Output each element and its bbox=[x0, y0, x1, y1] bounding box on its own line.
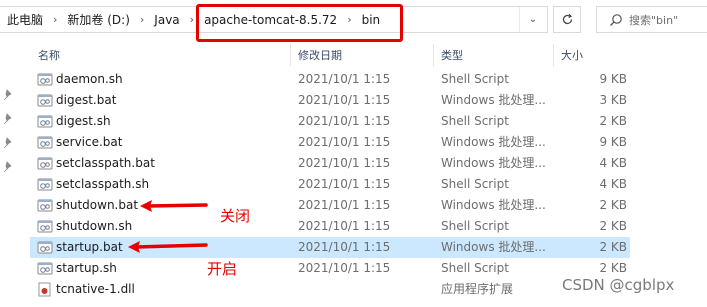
file-row[interactable]: service.bat 2021/10/1 1:15 Windows 批处理... 9… bbox=[30, 132, 630, 153]
file-date: 2021/10/1 1:15 bbox=[298, 177, 391, 191]
column-header-size[interactable]: 大小 bbox=[561, 44, 583, 66]
script-file-icon bbox=[37, 94, 53, 107]
arrow-icon bbox=[140, 200, 208, 212]
file-date: 2021/10/1 1:15 bbox=[298, 156, 391, 170]
open-annotation: 开启 bbox=[207, 260, 238, 278]
file-type: Shell Script bbox=[441, 261, 509, 275]
file-type: Shell Script bbox=[441, 177, 509, 191]
file-type: Shell Script bbox=[441, 72, 509, 86]
watermark: CSDN @cgblpx bbox=[562, 276, 675, 294]
script-file-icon bbox=[37, 241, 53, 254]
file-date: 2021/10/1 1:15 bbox=[298, 135, 391, 149]
file-name: startup.sh bbox=[56, 261, 117, 275]
column-divider[interactable] bbox=[433, 44, 434, 66]
close-annotation: 关闭 bbox=[220, 207, 251, 225]
file-type: 应用程序扩展 bbox=[441, 282, 514, 296]
file-size: 2 KB bbox=[599, 198, 627, 212]
file-row[interactable]: tcnative-1.dll 应用程序扩展 bbox=[30, 279, 630, 300]
file-type: Shell Script bbox=[441, 114, 509, 128]
file-size: 2 KB bbox=[599, 114, 627, 128]
navigation-pane bbox=[0, 40, 22, 307]
file-date: 2021/10/1 1:15 bbox=[298, 114, 391, 128]
file-row[interactable]: digest.bat 2021/10/1 1:15 Windows 批处理... 3 … bbox=[30, 90, 630, 111]
file-type: Shell Script bbox=[441, 219, 509, 233]
script-file-icon bbox=[37, 262, 53, 275]
column-header-name[interactable]: 名称 bbox=[38, 44, 60, 66]
pin-icon[interactable] bbox=[3, 137, 15, 149]
file-row[interactable]: startup.sh 2021/10/1 1:15 Shell Script 2 KB bbox=[30, 258, 630, 279]
column-header-type[interactable]: 类型 bbox=[441, 44, 463, 66]
script-file-icon bbox=[37, 220, 53, 233]
file-date: 2021/10/1 1:15 bbox=[298, 72, 391, 86]
file-date: 2021/10/1 1:15 bbox=[298, 198, 391, 212]
chevron-right-icon[interactable]: › bbox=[45, 13, 65, 26]
file-name: setclasspath.sh bbox=[56, 177, 150, 191]
file-row[interactable]: digest.sh 2021/10/1 1:15 Shell Script 2 KB bbox=[30, 111, 630, 132]
file-row[interactable]: shutdown.sh 2021/10/1 1:15 Shell Script 2 K… bbox=[30, 216, 630, 237]
search-box[interactable]: 搜索"bin" bbox=[596, 6, 707, 33]
file-name: tcnative-1.dll bbox=[56, 282, 135, 296]
file-type: Windows 批处理... bbox=[441, 156, 546, 170]
column-divider[interactable] bbox=[290, 44, 291, 66]
file-row[interactable]: setclasspath.bat 2021/10/1 1:15 Windows 批处… bbox=[30, 153, 630, 174]
pin-icon[interactable] bbox=[3, 161, 15, 173]
file-size: 4 KB bbox=[599, 177, 627, 191]
search-icon bbox=[610, 13, 622, 26]
breadcrumb-drive-d[interactable]: 新加卷 (D:) bbox=[65, 11, 131, 28]
breadcrumb-java[interactable]: Java bbox=[152, 13, 181, 27]
file-name: digest.sh bbox=[56, 114, 111, 128]
file-date: 2021/10/1 1:15 bbox=[298, 93, 391, 107]
script-file-icon bbox=[37, 73, 53, 86]
file-size: 3 KB bbox=[599, 93, 627, 107]
dll-file-icon bbox=[38, 282, 51, 297]
script-file-icon bbox=[37, 136, 53, 149]
chevron-right-icon[interactable]: › bbox=[132, 13, 152, 26]
chevron-down-icon[interactable]: ⌄ bbox=[519, 7, 546, 32]
file-date: 2021/10/1 1:15 bbox=[298, 219, 391, 233]
script-file-icon bbox=[37, 115, 53, 128]
search-placeholder: 搜索"bin" bbox=[629, 13, 679, 27]
highlight-box bbox=[196, 4, 403, 42]
file-size: 9 KB bbox=[599, 135, 627, 149]
file-name: digest.bat bbox=[56, 93, 117, 107]
refresh-button[interactable] bbox=[553, 6, 581, 33]
column-divider[interactable] bbox=[553, 44, 554, 66]
arrow-icon bbox=[128, 241, 208, 253]
file-name: shutdown.bat bbox=[56, 198, 139, 212]
file-row[interactable]: startup.bat 2021/10/1 1:15 Windows 批处理... 2… bbox=[30, 237, 630, 258]
file-size: 4 KB bbox=[599, 156, 627, 170]
breadcrumb-this-pc[interactable]: 此电脑 bbox=[5, 11, 45, 28]
column-header-date[interactable]: 修改日期 bbox=[298, 44, 342, 66]
file-name: service.bat bbox=[56, 135, 123, 149]
refresh-icon bbox=[562, 13, 572, 25]
file-size: 9 KB bbox=[599, 72, 627, 86]
file-size: 2 KB bbox=[599, 240, 627, 254]
file-type: Windows 批处理... bbox=[441, 240, 546, 254]
file-type: Windows 批处理... bbox=[441, 135, 546, 149]
file-name: setclasspath.bat bbox=[56, 156, 155, 170]
file-name: startup.bat bbox=[56, 240, 123, 254]
script-file-icon bbox=[37, 178, 53, 191]
file-type: Windows 批处理... bbox=[441, 198, 546, 212]
file-size: 2 KB bbox=[599, 219, 627, 233]
pin-icon[interactable] bbox=[3, 113, 15, 125]
file-date: 2021/10/1 1:15 bbox=[298, 261, 391, 275]
file-name: daemon.sh bbox=[56, 72, 123, 86]
file-date: 2021/10/1 1:15 bbox=[298, 240, 391, 254]
file-row[interactable]: daemon.sh 2021/10/1 1:15 Shell Script 9 KB bbox=[30, 69, 630, 90]
file-name: shutdown.sh bbox=[56, 219, 133, 233]
script-file-icon bbox=[37, 157, 53, 170]
pin-icon[interactable] bbox=[3, 89, 15, 101]
file-row[interactable]: shutdown.bat 2021/10/1 1:15 Windows 批处理...… bbox=[30, 195, 630, 216]
script-file-icon bbox=[37, 199, 53, 212]
file-type: Windows 批处理... bbox=[441, 93, 546, 107]
file-row[interactable]: setclasspath.sh 2021/10/1 1:15 Shell Scrip… bbox=[30, 174, 630, 195]
address-toolbar: 此电脑 › 新加卷 (D:) › Java › apache-tomcat-8.… bbox=[0, 0, 707, 42]
